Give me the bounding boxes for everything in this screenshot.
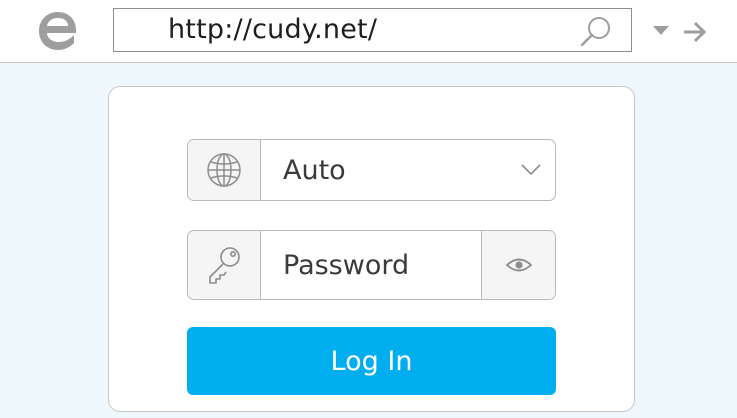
password-input[interactable] <box>260 231 482 299</box>
password-field <box>187 230 556 300</box>
address-url[interactable]: http://cudy.net/ <box>168 14 377 45</box>
browser-toolbar: http://cudy.net/ <box>0 0 737 63</box>
go-arrow-icon[interactable] <box>682 20 708 44</box>
address-bar[interactable]: http://cudy.net/ <box>113 8 632 52</box>
password-icon-box <box>188 231 261 299</box>
eye-icon <box>505 258 532 272</box>
dropdown-arrow-icon[interactable] <box>653 26 669 36</box>
key-icon <box>209 247 240 284</box>
edge-logo-icon[interactable] <box>36 8 82 54</box>
search-icon[interactable] <box>579 15 613 47</box>
language-selected-value: Auto <box>283 154 346 186</box>
login-button[interactable]: Log In <box>187 327 556 395</box>
language-icon-box <box>188 140 261 200</box>
login-card: Auto Log In <box>108 86 635 412</box>
chevron-down-icon[interactable] <box>521 164 541 176</box>
language-select[interactable]: Auto <box>187 139 556 201</box>
globe-icon <box>207 153 241 187</box>
show-password-button[interactable] <box>481 231 555 299</box>
